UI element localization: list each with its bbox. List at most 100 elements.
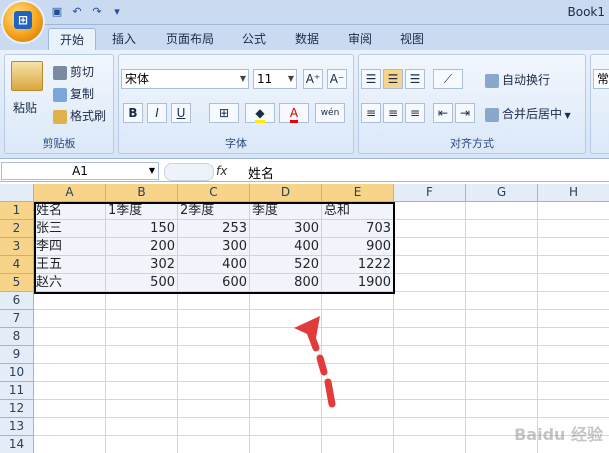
cell-a5[interactable]: 赵六 bbox=[34, 274, 106, 292]
copy-button[interactable]: 复制 bbox=[53, 85, 94, 102]
cell-f5[interactable] bbox=[394, 274, 466, 292]
align-left-button[interactable]: ≡ bbox=[361, 103, 381, 123]
font-size-select[interactable]: 11 ▼ bbox=[253, 69, 297, 89]
cell-c13[interactable] bbox=[178, 418, 250, 436]
cell-f9[interactable] bbox=[394, 346, 466, 364]
cell-a2[interactable]: 张三 bbox=[34, 220, 106, 238]
formula-input[interactable]: 姓名 bbox=[248, 163, 274, 182]
phonetic-button[interactable]: wén bbox=[315, 103, 345, 123]
align-middle-button[interactable]: ☰ bbox=[383, 69, 403, 89]
cell-b14[interactable] bbox=[106, 436, 178, 453]
cell-d3[interactable]: 400 bbox=[250, 238, 322, 256]
cell-g12[interactable] bbox=[466, 400, 538, 418]
cell-f1[interactable] bbox=[394, 202, 466, 220]
cell-c4[interactable]: 400 bbox=[178, 256, 250, 274]
cell-e4[interactable]: 1222 bbox=[322, 256, 394, 274]
tab-data[interactable]: 数据 bbox=[287, 28, 327, 50]
cell-h3[interactable] bbox=[538, 238, 609, 256]
customize-qat-icon[interactable]: ▾ bbox=[110, 5, 124, 19]
row-header-1[interactable]: 1 bbox=[0, 202, 34, 220]
column-header-d[interactable]: D bbox=[250, 184, 322, 202]
align-top-button[interactable]: ☰ bbox=[361, 69, 381, 89]
cell-f2[interactable] bbox=[394, 220, 466, 238]
cell-h12[interactable] bbox=[538, 400, 609, 418]
tab-view[interactable]: 视图 bbox=[392, 28, 432, 50]
cell-b5[interactable]: 500 bbox=[106, 274, 178, 292]
cell-d4[interactable]: 520 bbox=[250, 256, 322, 274]
fill-color-button[interactable]: ◆ bbox=[245, 103, 275, 123]
cell-f8[interactable] bbox=[394, 328, 466, 346]
cell-h1[interactable] bbox=[538, 202, 609, 220]
cell-g6[interactable] bbox=[466, 292, 538, 310]
italic-button[interactable]: I bbox=[147, 103, 167, 123]
row-header-7[interactable]: 7 bbox=[0, 310, 34, 328]
cell-e14[interactable] bbox=[322, 436, 394, 453]
wrap-text-button[interactable]: 自动换行 bbox=[485, 71, 550, 88]
row-header-13[interactable]: 13 bbox=[0, 418, 34, 436]
cell-a8[interactable] bbox=[34, 328, 106, 346]
cell-g2[interactable] bbox=[466, 220, 538, 238]
cell-d5[interactable]: 800 bbox=[250, 274, 322, 292]
select-all-corner[interactable] bbox=[0, 184, 34, 202]
cell-a6[interactable] bbox=[34, 292, 106, 310]
row-header-11[interactable]: 11 bbox=[0, 382, 34, 400]
cell-g4[interactable] bbox=[466, 256, 538, 274]
number-format-select[interactable]: 常规 bbox=[593, 69, 609, 89]
cell-f3[interactable] bbox=[394, 238, 466, 256]
cell-d2[interactable]: 300 bbox=[250, 220, 322, 238]
name-box[interactable]: A1 ▼ bbox=[1, 162, 159, 180]
tab-formulas[interactable]: 公式 bbox=[234, 28, 274, 50]
undo-icon[interactable]: ↶ bbox=[70, 5, 84, 19]
bold-button[interactable]: B bbox=[123, 103, 143, 123]
cell-c6[interactable] bbox=[178, 292, 250, 310]
cell-e2[interactable]: 703 bbox=[322, 220, 394, 238]
tab-page-layout[interactable]: 页面布局 bbox=[158, 28, 222, 50]
cut-button[interactable]: 剪切 bbox=[53, 63, 94, 80]
font-color-button[interactable]: A bbox=[279, 103, 309, 123]
cell-a10[interactable] bbox=[34, 364, 106, 382]
cell-c14[interactable] bbox=[178, 436, 250, 453]
cell-e3[interactable]: 900 bbox=[322, 238, 394, 256]
cell-h6[interactable] bbox=[538, 292, 609, 310]
row-header-12[interactable]: 12 bbox=[0, 400, 34, 418]
cell-d6[interactable] bbox=[250, 292, 322, 310]
cell-b9[interactable] bbox=[106, 346, 178, 364]
cell-g8[interactable] bbox=[466, 328, 538, 346]
column-header-b[interactable]: B bbox=[106, 184, 178, 202]
column-header-g[interactable]: G bbox=[466, 184, 538, 202]
cell-h2[interactable] bbox=[538, 220, 609, 238]
cell-a4[interactable]: 王五 bbox=[34, 256, 106, 274]
orientation-button[interactable]: ⟋ bbox=[433, 69, 463, 89]
cell-g7[interactable] bbox=[466, 310, 538, 328]
redo-icon[interactable]: ↷ bbox=[90, 5, 104, 19]
align-bottom-button[interactable]: ☰ bbox=[405, 69, 425, 89]
row-header-2[interactable]: 2 bbox=[0, 220, 34, 238]
cell-b3[interactable]: 200 bbox=[106, 238, 178, 256]
increase-indent-button[interactable]: ⇥ bbox=[455, 103, 475, 123]
save-icon[interactable]: ▣ bbox=[50, 5, 64, 19]
cell-h4[interactable] bbox=[538, 256, 609, 274]
cell-a13[interactable] bbox=[34, 418, 106, 436]
tab-home[interactable]: 开始 bbox=[48, 28, 96, 50]
shrink-font-button[interactable]: A⁻ bbox=[327, 69, 347, 89]
cell-h8[interactable] bbox=[538, 328, 609, 346]
cell-e6[interactable] bbox=[322, 292, 394, 310]
cell-b4[interactable]: 302 bbox=[106, 256, 178, 274]
row-header-9[interactable]: 9 bbox=[0, 346, 34, 364]
row-header-6[interactable]: 6 bbox=[0, 292, 34, 310]
cell-c12[interactable] bbox=[178, 400, 250, 418]
cell-h11[interactable] bbox=[538, 382, 609, 400]
cell-a14[interactable] bbox=[34, 436, 106, 453]
cell-b10[interactable] bbox=[106, 364, 178, 382]
cell-g9[interactable] bbox=[466, 346, 538, 364]
column-header-h[interactable]: H bbox=[538, 184, 609, 202]
cell-b2[interactable]: 150 bbox=[106, 220, 178, 238]
cell-a12[interactable] bbox=[34, 400, 106, 418]
column-header-a[interactable]: A bbox=[34, 184, 106, 202]
merge-center-button[interactable]: 合并后居中 ▼ bbox=[485, 105, 571, 122]
row-header-8[interactable]: 8 bbox=[0, 328, 34, 346]
cell-c7[interactable] bbox=[178, 310, 250, 328]
cell-c2[interactable]: 253 bbox=[178, 220, 250, 238]
border-button[interactable]: ⊞ bbox=[209, 103, 239, 123]
cell-f11[interactable] bbox=[394, 382, 466, 400]
